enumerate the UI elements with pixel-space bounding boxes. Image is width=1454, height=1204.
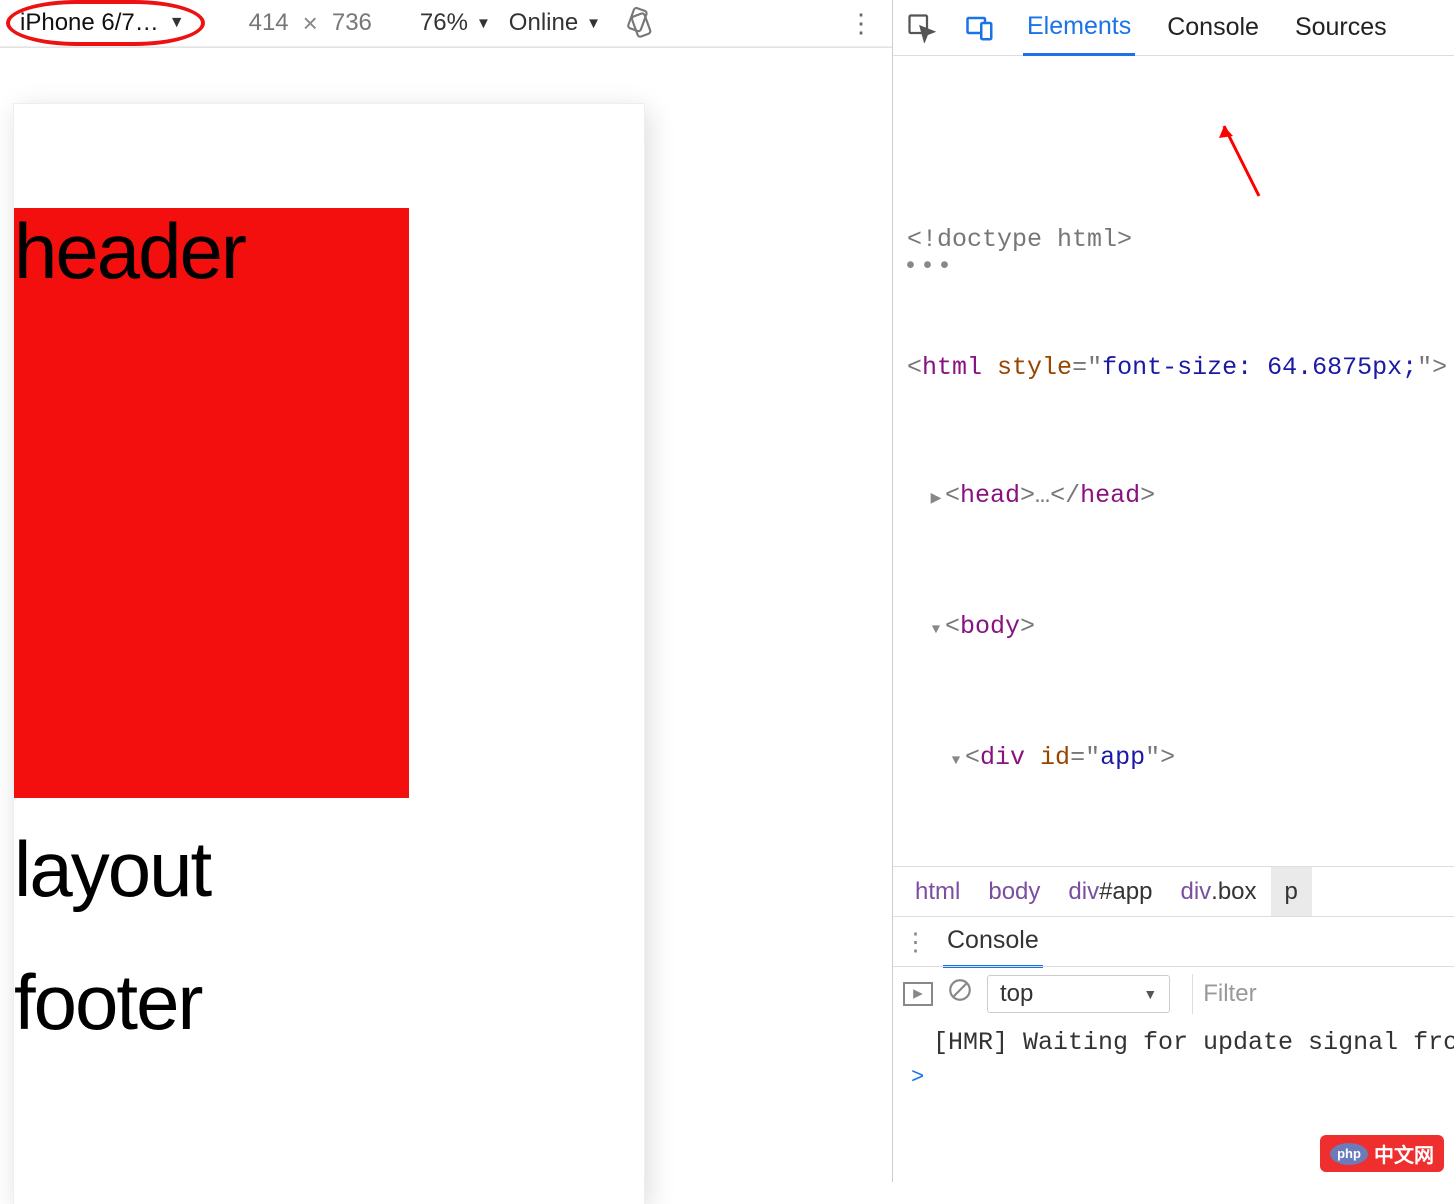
dimension-multiply-icon: ×: [303, 8, 318, 39]
breadcrumb-body[interactable]: body: [974, 867, 1054, 916]
toggle-device-icon[interactable]: [965, 13, 995, 43]
clear-console-icon[interactable]: [947, 977, 973, 1010]
tree-head-ellipsis: …: [1035, 480, 1050, 512]
elements-tree[interactable]: <!doctype html> <html style="font-size: …: [893, 56, 1454, 866]
breadcrumb-p[interactable]: p: [1271, 867, 1312, 916]
chevron-down-icon: [1143, 986, 1157, 1002]
console-context-select[interactable]: top: [987, 975, 1170, 1013]
viewport-height[interactable]: 736: [332, 9, 372, 37]
chevron-down-icon: [476, 15, 491, 32]
elements-breadcrumbs: html body div#app div.box p: [893, 866, 1454, 916]
drawer-tabs: ⋮ Console: [893, 916, 1454, 966]
page-layout-text: layout: [14, 824, 644, 915]
chevron-down-icon: [169, 14, 185, 32]
tree-attr-style-value: font-size: 64.6875px;: [1102, 352, 1417, 384]
console-prompt[interactable]: >: [893, 1057, 1454, 1098]
page-header-text: header: [14, 208, 409, 290]
throttle-select[interactable]: Online: [509, 9, 601, 37]
tree-attr-style: style: [997, 352, 1072, 384]
breadcrumb-div-app[interactable]: div#app: [1054, 867, 1166, 916]
tree-attr-id: id: [1040, 742, 1070, 774]
page-footer-text: footer: [14, 957, 644, 1048]
zoom-select[interactable]: 76%: [420, 9, 491, 37]
selected-row-ellipsis-icon[interactable]: •••: [903, 251, 954, 283]
throttle-value: Online: [509, 9, 578, 37]
device-select[interactable]: iPhone 6/7…: [6, 0, 205, 46]
tab-sources[interactable]: Sources: [1291, 13, 1391, 54]
ruler: [0, 47, 892, 48]
tree-head-close: head: [1080, 480, 1140, 512]
tree-div-app[interactable]: div: [980, 742, 1025, 774]
chevron-down-icon: [586, 15, 601, 32]
page-header-box: header: [14, 208, 409, 798]
device-viewport-pane: iPhone 6/7… 414 × 736 76% Online ⋮: [0, 0, 893, 1182]
device-select-label: iPhone 6/7…: [20, 9, 159, 37]
devtools-pane: Elements Console Sources <!doctype html>…: [893, 0, 1454, 1182]
breadcrumb-html[interactable]: html: [901, 867, 974, 916]
collapse-icon[interactable]: [927, 611, 945, 646]
viewport-dimensions: 414 × 736: [249, 8, 372, 39]
device-toolbar: iPhone 6/7… 414 × 736 76% Online ⋮: [0, 0, 892, 47]
drawer-more-icon[interactable]: ⋮: [903, 927, 925, 957]
breadcrumb-div-box[interactable]: div.box: [1166, 867, 1270, 916]
tab-console[interactable]: Console: [1163, 13, 1263, 54]
live-expression-icon[interactable]: [903, 982, 933, 1006]
viewport-area: header layout footer: [0, 48, 892, 1204]
drawer-tab-console[interactable]: Console: [943, 926, 1043, 968]
console-context-value: top: [1000, 980, 1033, 1008]
tree-html-tag[interactable]: html: [922, 352, 982, 384]
console-filter-input[interactable]: Filter: [1192, 974, 1454, 1014]
watermark-badge: php 中文网: [1320, 1135, 1444, 1172]
rotate-icon[interactable]: [623, 7, 655, 39]
zoom-value: 76%: [420, 9, 468, 37]
collapse-icon[interactable]: [947, 742, 965, 777]
tree-body-tag[interactable]: body: [960, 611, 1020, 643]
annotation-arrow-icon: [1209, 116, 1279, 206]
tree-head-tag[interactable]: head: [960, 480, 1020, 512]
device-frame: header layout footer: [14, 104, 644, 1204]
more-options-icon[interactable]: ⋮: [836, 8, 886, 39]
console-log-row: [HMR] Waiting for update signal from: [893, 1020, 1454, 1057]
watermark-text: 中文网: [1374, 1139, 1434, 1168]
tab-elements[interactable]: Elements: [1023, 12, 1135, 56]
devtools-tabs: Elements Console Sources: [893, 0, 1454, 56]
watermark-php: php: [1330, 1143, 1368, 1165]
inspect-element-icon[interactable]: [907, 13, 937, 43]
tree-attr-id-value: app: [1100, 742, 1145, 774]
console-toolbar: top Filter: [893, 966, 1454, 1020]
expand-icon[interactable]: [927, 480, 945, 515]
viewport-width[interactable]: 414: [249, 9, 289, 37]
